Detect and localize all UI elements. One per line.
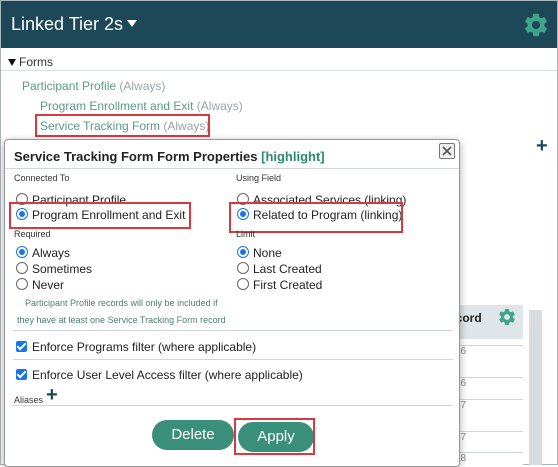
add-plus-icon[interactable]: +	[536, 136, 548, 156]
radio-button[interactable]	[16, 262, 28, 274]
highlight-box-apply	[234, 418, 315, 455]
page-title-text: Linked Tier 2s	[11, 14, 124, 34]
forms-section-toggle[interactable]: Forms	[8, 55, 53, 69]
caret-down-icon	[127, 20, 138, 27]
option-label: Never	[32, 278, 65, 292]
radio-last-created[interactable]: Last Created	[237, 262, 322, 276]
aliases-label: Aliases	[14, 395, 44, 405]
close-icon[interactable]	[439, 143, 455, 159]
tree-item-qualifier: (Always)	[196, 99, 243, 113]
radio-first-created[interactable]: First Created	[237, 278, 322, 292]
tree-item-program-enrollment[interactable]: Program Enrollment and Exit (Always)	[40, 99, 243, 113]
checkbox-label: Enforce User Level Access filter (where …	[32, 368, 303, 382]
checkbox-enforce-user-level[interactable]: Enforce User Level Access filter (where …	[16, 368, 303, 382]
radio-none[interactable]: None	[237, 246, 282, 260]
gear-icon[interactable]	[497, 307, 517, 327]
radio-button[interactable]	[16, 278, 28, 290]
radio-button-selected[interactable]	[237, 246, 249, 258]
using-field-label: Using Field	[236, 173, 282, 183]
dialog-title: Service Tracking Form Form Properties [h…	[14, 149, 325, 164]
checkbox-checked[interactable]	[16, 369, 27, 380]
highlight-box-tree-item	[35, 114, 210, 137]
radio-button-selected[interactable]	[16, 246, 28, 258]
divider	[13, 405, 453, 406]
triangle-down-icon	[8, 59, 16, 66]
limit-label: Limit	[236, 229, 256, 239]
delete-button[interactable]: Delete	[152, 420, 234, 450]
connected-to-label: Connected To	[14, 173, 70, 183]
tree-item-name: Program Enrollment and Exit	[40, 99, 194, 113]
highlight-box-connected-to	[9, 202, 191, 229]
page-title[interactable]: Linked Tier 2s	[11, 14, 138, 35]
help-note-line2: they have at least one Service Tracking …	[17, 315, 226, 325]
divider	[13, 359, 453, 360]
tree-item-qualifier: (Always)	[119, 79, 166, 93]
dialog-title-tag: [highlight]	[261, 149, 325, 164]
required-label: Required	[14, 229, 51, 239]
checkbox-enforce-programs[interactable]: Enforce Programs filter (where applicabl…	[16, 340, 256, 354]
option-label: Sometimes	[32, 262, 93, 276]
divider	[1, 70, 557, 71]
tree-item-participant-profile[interactable]: Participant Profile (Always)	[22, 79, 165, 93]
radio-button[interactable]	[237, 262, 249, 274]
scrollbar[interactable]	[529, 310, 542, 465]
radio-sometimes[interactable]: Sometimes	[16, 262, 92, 276]
radio-button[interactable]	[237, 278, 249, 290]
checkbox-checked[interactable]	[16, 341, 27, 352]
checkbox-label: Enforce Programs filter (where applicabl…	[32, 340, 257, 354]
help-note-line1: Participant Profile records will only be…	[25, 298, 218, 308]
option-label: Last Created	[253, 262, 322, 276]
divider	[13, 330, 453, 331]
divider	[5, 168, 459, 169]
tree-item-name: Participant Profile	[22, 79, 117, 93]
header-bar: Linked Tier 2s	[1, 1, 557, 48]
add-alias-icon[interactable]: +	[46, 385, 58, 405]
option-label: First Created	[253, 278, 323, 292]
form-properties-dialog: Service Tracking Form Form Properties [h…	[4, 139, 460, 467]
option-label: None	[253, 246, 282, 260]
dialog-title-text: Service Tracking Form Form Properties	[14, 149, 258, 164]
option-label: Always	[32, 246, 71, 260]
radio-never[interactable]: Never	[16, 278, 64, 292]
gear-icon[interactable]	[522, 11, 550, 39]
radio-always[interactable]: Always	[16, 246, 70, 260]
highlight-box-using-field	[229, 202, 403, 233]
forms-section-label: Forms	[19, 55, 53, 69]
